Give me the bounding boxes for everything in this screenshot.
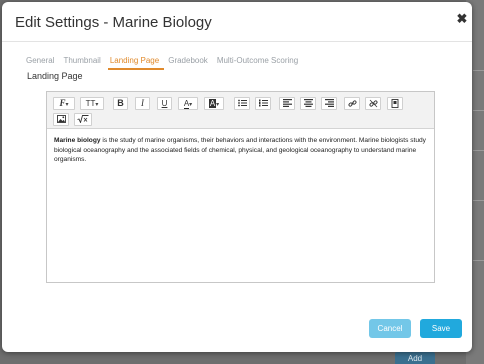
background-color-button[interactable]: A▾ <box>204 97 224 110</box>
tab-general[interactable]: General <box>24 54 59 70</box>
chevron-down-icon: ▾ <box>65 102 69 108</box>
bullet-list-icon <box>237 99 247 107</box>
save-button[interactable]: Save <box>420 319 462 338</box>
tab-landing-page[interactable]: Landing Page <box>107 54 165 70</box>
align-left-button[interactable] <box>279 97 295 110</box>
bold-button[interactable]: B <box>113 97 128 110</box>
content-bold-term: Marine biology <box>54 137 101 144</box>
chevron-down-icon: ▾ <box>95 102 99 108</box>
modal-title: Edit Settings - Marine Biology <box>15 14 212 31</box>
tab-gradebook[interactable]: Gradebook <box>166 54 213 70</box>
align-right-icon <box>324 99 334 107</box>
chevron-down-icon: ▾ <box>216 102 220 108</box>
align-center-icon <box>303 99 313 107</box>
font-size-icon: TT <box>85 99 96 108</box>
editor-content[interactable]: Marine biology is the study of marine or… <box>54 136 429 165</box>
numbered-list-icon <box>258 99 268 107</box>
edit-settings-modal: Edit Settings - Marine Biology ✖ General… <box>2 2 472 352</box>
font-size-button[interactable]: TT▾ <box>80 97 104 110</box>
insert-link-button[interactable] <box>344 97 360 110</box>
background-line <box>473 200 484 201</box>
chevron-down-icon: ▾ <box>189 102 193 108</box>
numbered-list-button[interactable] <box>255 97 271 110</box>
background-add-button: Add <box>395 352 435 364</box>
text-color-button[interactable]: A▾ <box>178 97 198 110</box>
header-divider <box>2 41 472 42</box>
editor-toolbar: F▾ TT▾ B I U A▾ A▾ <box>47 92 434 129</box>
unlink-icon <box>368 99 378 108</box>
section-heading: Landing Page <box>27 71 83 81</box>
insert-image-button[interactable] <box>53 113 69 126</box>
content-text: is the study of marine organisms, their … <box>54 137 426 164</box>
insert-file-button[interactable] <box>387 97 403 110</box>
image-icon <box>56 115 66 123</box>
close-icon[interactable]: ✖ <box>455 11 469 27</box>
insert-equation-button[interactable] <box>74 113 92 126</box>
link-icon <box>347 100 357 107</box>
background-line <box>473 150 484 151</box>
tab-multi-outcome-scoring[interactable]: Multi-Outcome Scoring <box>215 54 303 70</box>
tab-thumbnail[interactable]: Thumbnail <box>61 54 105 70</box>
italic-button[interactable]: I <box>135 97 150 110</box>
font-family-button[interactable]: F▾ <box>53 97 75 110</box>
settings-tabs: General Thumbnail Landing Page Gradebook… <box>24 54 305 70</box>
align-center-button[interactable] <box>300 97 316 110</box>
align-left-icon <box>282 99 292 107</box>
square-root-icon <box>77 115 89 123</box>
background-line <box>473 110 484 111</box>
background-line <box>473 260 484 261</box>
align-right-button[interactable] <box>321 97 337 110</box>
remove-link-button[interactable] <box>365 97 381 110</box>
bullet-list-button[interactable] <box>234 97 250 110</box>
background-line <box>473 70 484 71</box>
rich-text-editor: F▾ TT▾ B I U A▾ A▾ Marine biology is the… <box>46 91 435 283</box>
file-icon <box>391 99 399 108</box>
cancel-button[interactable]: Cancel <box>369 319 411 338</box>
underline-button[interactable]: U <box>157 97 172 110</box>
